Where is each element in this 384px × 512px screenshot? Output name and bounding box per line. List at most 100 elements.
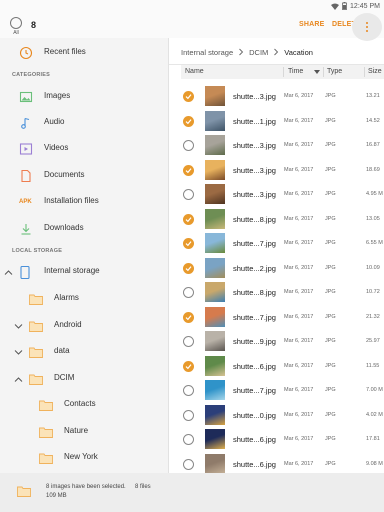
checkbox-unchecked-icon[interactable]	[183, 287, 194, 298]
checkbox-unchecked-icon[interactable]	[183, 189, 194, 200]
column-separator	[364, 67, 365, 77]
column-header-size[interactable]: Size	[368, 68, 382, 75]
file-size: 4.95 M	[366, 191, 383, 197]
sidebar-item-videos[interactable]: Videos	[0, 138, 168, 160]
tree-item-label: Nature	[64, 426, 89, 435]
file-row[interactable]: shutte...0.jpg Mar 6, 2017 JPG 4.02 M	[169, 403, 384, 428]
file-row[interactable]: shutte...6.jpg Mar 6, 2017 JPG 17.81	[169, 427, 384, 452]
image-thumbnail	[205, 282, 225, 302]
sidebar-item-images[interactable]: Images	[0, 86, 168, 108]
file-row[interactable]: shutte...8.jpg Mar 6, 2017 JPG 13.05	[169, 207, 384, 232]
select-all-checkbox[interactable]: All	[9, 17, 23, 36]
tree-item-label: Contacts	[64, 399, 96, 408]
sidebar-item-installation-files[interactable]: APK Installation files	[0, 191, 168, 213]
file-row[interactable]: shutte...2.jpg Mar 6, 2017 JPG 10.09	[169, 256, 384, 281]
file-name: shutte...7.jpg	[233, 239, 276, 248]
file-type: JPG	[325, 191, 336, 197]
checkbox-checked-icon[interactable]	[183, 164, 194, 176]
file-row[interactable]: shutte...7.jpg Mar 6, 2017 JPG 7.00 M	[169, 378, 384, 403]
sidebar-item-downloads[interactable]: Downloads	[0, 218, 168, 240]
image-thumbnail	[205, 184, 225, 204]
column-header-time[interactable]: Time	[288, 68, 303, 75]
chevron-up-icon[interactable]	[14, 375, 23, 384]
file-name: shutte...3.jpg	[233, 190, 276, 199]
file-type: JPG	[325, 387, 336, 393]
file-row[interactable]: shutte...3.jpg Mar 6, 2017 JPG 18.69	[169, 158, 384, 183]
chevron-up-icon[interactable]	[4, 268, 13, 277]
tree-item-dcim[interactable]: DCIM	[0, 368, 168, 390]
tree-item-data[interactable]: data	[0, 341, 168, 363]
file-date: Mar 6, 2017	[284, 142, 314, 148]
checkbox-unchecked-icon[interactable]	[183, 434, 194, 445]
file-date: Mar 6, 2017	[284, 191, 314, 197]
file-date: Mar 6, 2017	[284, 362, 314, 369]
sidebar-item-documents[interactable]: Documents	[0, 165, 168, 187]
breadcrumb-item-dcim[interactable]: DCIM	[249, 48, 268, 57]
sidebar-item-recent-files[interactable]: Recent files	[0, 42, 168, 64]
folder-icon	[39, 427, 53, 438]
file-name: shutte...7.jpg	[233, 312, 276, 322]
share-button[interactable]: SHARE	[299, 21, 325, 28]
file-name: shutte...6.jpg	[233, 435, 276, 444]
file-row[interactable]: shutte...8.jpg Mar 6, 2017 JPG 10.72	[169, 280, 384, 305]
file-row[interactable]: shutte...7.jpg Mar 6, 2017 JPG 21.32	[169, 305, 384, 330]
file-name: shutte...3.jpg	[233, 92, 276, 101]
file-type: JPG	[325, 93, 336, 99]
checkbox-unchecked-icon[interactable]	[183, 140, 194, 151]
checkbox-unchecked-icon[interactable]	[183, 409, 194, 421]
sidebar-item-audio[interactable]: Audio	[0, 112, 168, 134]
file-row[interactable]: shutte...6.jpg Mar 6, 2017 JPG 11.55	[169, 354, 384, 379]
tree-item-new-york[interactable]: New York	[0, 447, 168, 469]
checkbox-checked-icon[interactable]	[183, 91, 194, 102]
file-name: shutte...6.jpg	[233, 459, 276, 469]
image-thumbnail	[205, 355, 225, 376]
file-type: JPG	[325, 240, 336, 246]
checkbox-checked-icon[interactable]	[183, 360, 194, 372]
file-row[interactable]: shutte...3.jpg Mar 6, 2017 JPG 16.87	[169, 133, 384, 158]
file-size: 7.00 M	[366, 387, 383, 393]
column-header-type[interactable]: Type	[327, 68, 342, 75]
column-separator	[283, 67, 284, 77]
checkbox-checked-icon[interactable]	[183, 311, 194, 323]
file-date: Mar 6, 2017	[284, 411, 314, 418]
file-row[interactable]: shutte...3.jpg Mar 6, 2017 JPG 4.95 M	[169, 182, 384, 207]
chevron-down-icon[interactable]	[14, 348, 23, 357]
image-thumbnail	[205, 86, 225, 106]
sort-descending-icon[interactable]	[314, 70, 320, 74]
file-row[interactable]: shutte...7.jpg Mar 6, 2017 JPG 6.55 M	[169, 231, 384, 256]
checkbox-checked-icon[interactable]	[183, 213, 194, 225]
image-thumbnail	[205, 208, 225, 229]
chevron-down-icon[interactable]	[14, 322, 23, 331]
file-name: shutte...9.jpg	[233, 337, 276, 346]
checkbox-unchecked-icon[interactable]	[183, 458, 194, 470]
checkbox-unchecked-icon[interactable]	[183, 336, 194, 347]
tree-item-alarms[interactable]: Alarms	[0, 288, 168, 310]
sidebar-item-label: Documents	[44, 170, 85, 179]
checkbox-unchecked-icon[interactable]	[183, 385, 194, 396]
tree-item-contacts[interactable]: Contacts	[0, 394, 168, 416]
breadcrumb-item-internal-storage[interactable]: Internal storage	[181, 48, 233, 57]
file-name: shutte...6.jpg	[233, 361, 276, 371]
local-storage-header: LOCAL STORAGE	[12, 248, 63, 254]
column-header-name[interactable]: Name	[185, 68, 204, 75]
sidebar-item-label: Recent files	[44, 47, 86, 56]
tree-item-internal-storage[interactable]: Internal storage	[0, 261, 168, 283]
file-date: Mar 6, 2017	[284, 289, 314, 295]
checkbox-checked-icon[interactable]	[183, 238, 194, 249]
file-count: 8 files	[135, 484, 151, 490]
image-thumbnail	[205, 306, 225, 327]
sidebar-item-label: Downloads	[44, 223, 84, 232]
more-options-button[interactable]	[352, 13, 382, 41]
breadcrumb-item-vacation[interactable]: Vacation	[284, 48, 313, 57]
file-name: shutte...8.jpg	[233, 288, 276, 297]
folder-icon	[29, 294, 43, 305]
checkbox-checked-icon[interactable]	[183, 262, 194, 274]
file-date: Mar 6, 2017	[284, 240, 314, 246]
tree-item-nature[interactable]: Nature	[0, 421, 168, 443]
tree-item-android[interactable]: Android	[0, 315, 168, 337]
file-row[interactable]: shutte...9.jpg Mar 6, 2017 JPG 25.97	[169, 329, 384, 354]
file-row[interactable]: shutte...3.jpg Mar 6, 2017 JPG 13.21	[169, 84, 384, 109]
file-row[interactable]: shutte...1.jpg Mar 6, 2017 JPG 14.52	[169, 109, 384, 134]
image-thumbnail	[205, 380, 225, 400]
checkbox-checked-icon[interactable]	[183, 115, 194, 127]
